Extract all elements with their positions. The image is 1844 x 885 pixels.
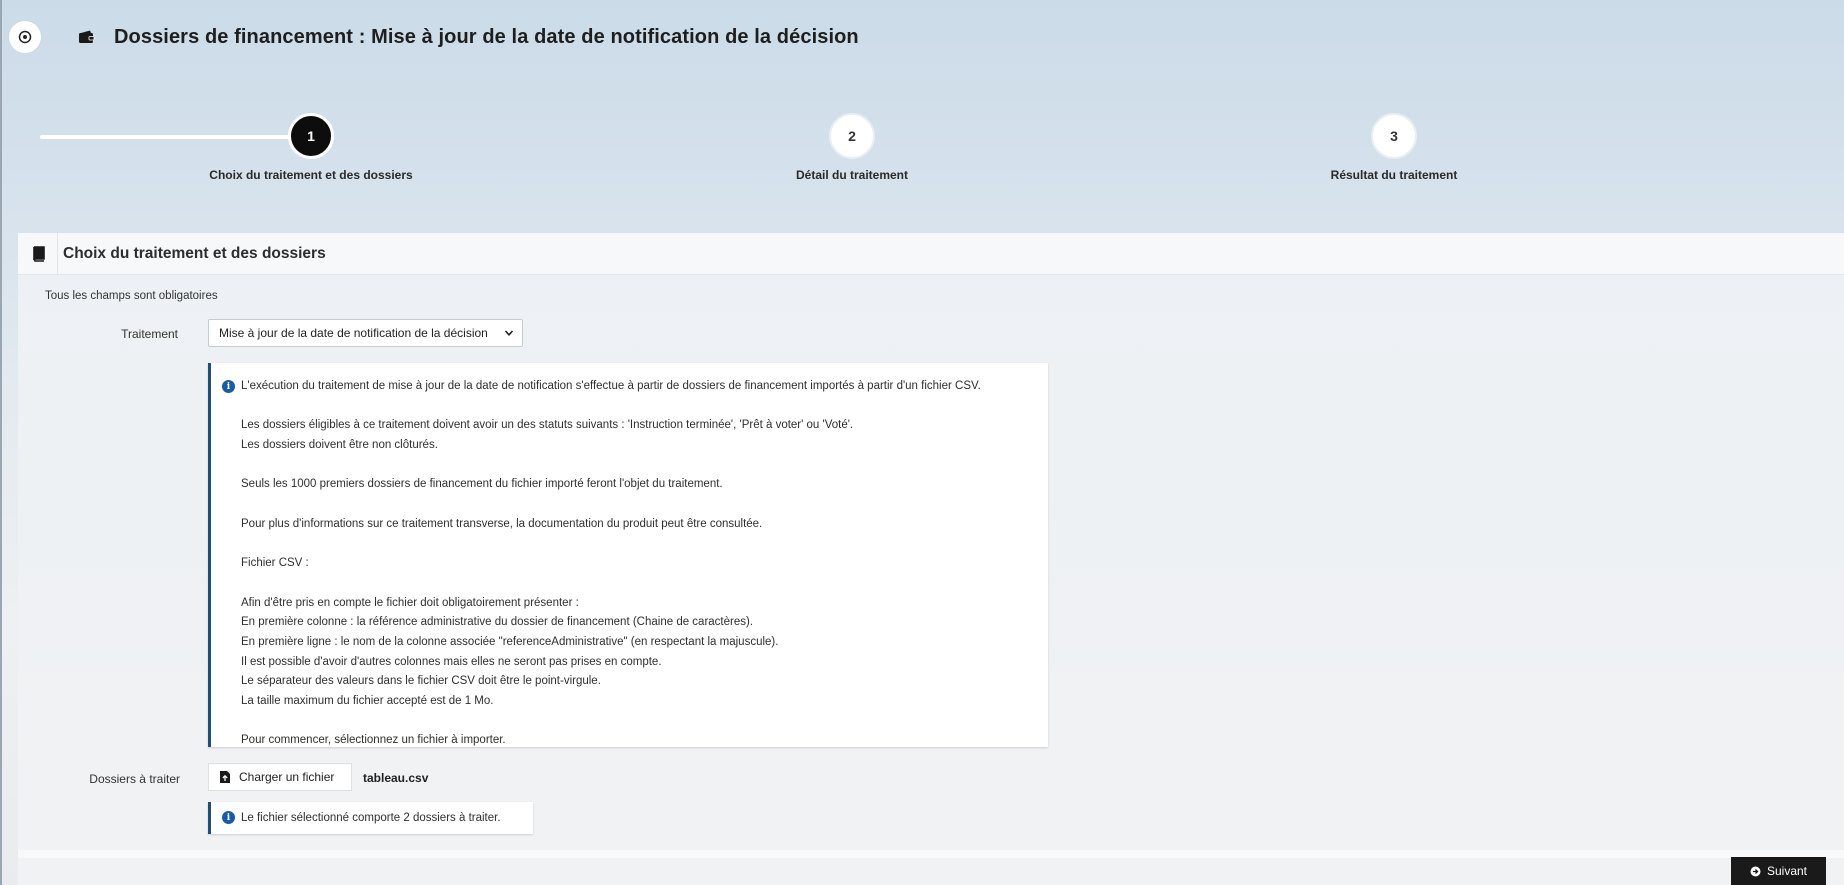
info-line: Seuls les 1000 premiers dossiers de fina… bbox=[241, 478, 723, 491]
step-1-label: Choix du traitement et des dossiers bbox=[209, 168, 413, 182]
upload-file-button[interactable]: Charger un fichier bbox=[208, 763, 352, 791]
stepper: 1 Choix du traitement et des dossiers 2 … bbox=[0, 110, 1844, 190]
collapse-menu-button[interactable] bbox=[8, 20, 42, 54]
step-1[interactable]: 1 Choix du traitement et des dossiers bbox=[131, 113, 491, 182]
chevron-down-icon bbox=[504, 330, 514, 336]
info-line: Les dossiers éligibles à ce traitement d… bbox=[241, 419, 854, 432]
info-text: L'exécution du traitement de mise à jour… bbox=[241, 377, 1034, 751]
panel-divider bbox=[18, 850, 1844, 858]
required-fields-note: Tous les champs sont obligatoires bbox=[45, 290, 218, 302]
step-3-circle: 3 bbox=[1371, 113, 1417, 159]
file-upload-icon bbox=[220, 771, 230, 783]
book-icon bbox=[18, 232, 58, 275]
treatment-label: Traitement bbox=[121, 327, 178, 341]
panel-title: Choix du traitement et des dossiers bbox=[63, 244, 326, 262]
step-2[interactable]: 2 Détail du traitement bbox=[672, 113, 1032, 182]
info-line: En première colonne : la référence admin… bbox=[241, 616, 754, 629]
info-line: Fichier CSV : bbox=[241, 557, 309, 570]
panel-header: Choix du traitement et des dossiers bbox=[18, 232, 1844, 275]
step-2-label: Détail du traitement bbox=[795, 168, 909, 182]
page-title: Dossiers de financement : Mise à jour de… bbox=[114, 25, 859, 48]
step-2-circle: 2 bbox=[829, 113, 875, 159]
treatment-select[interactable]: Mise à jour de la date de notification d… bbox=[208, 319, 523, 347]
info-line: Le séparateur des valeurs dans le fichie… bbox=[241, 675, 601, 688]
info-line: Les dossiers doivent être non clôturés. bbox=[241, 439, 438, 452]
selected-file-name: tableau.csv bbox=[363, 771, 429, 785]
wallet-icon bbox=[78, 29, 96, 45]
info-line: Pour plus d'informations sur ce traiteme… bbox=[241, 517, 763, 530]
info-line: La taille maximum du fichier accepté est… bbox=[241, 695, 494, 707]
file-result-message: Le fichier sélectionné comporte 2 dossie… bbox=[241, 812, 501, 824]
arrow-circle-right-icon bbox=[1750, 866, 1761, 876]
files-label: Dossiers à traiter bbox=[89, 772, 180, 786]
info-line bbox=[241, 535, 1034, 555]
info-icon: i bbox=[222, 380, 235, 393]
info-line bbox=[241, 397, 1034, 417]
info-line: Pour commencer, sélectionnez un fichier … bbox=[241, 734, 506, 747]
info-line: En première ligne : le nom de la colonne… bbox=[241, 635, 779, 648]
treatment-panel: Choix du traitement et des dossiers Tous… bbox=[18, 232, 1844, 885]
collapse-circle-icon bbox=[18, 30, 32, 44]
next-button-label: Suivant bbox=[1766, 864, 1808, 878]
info-line: Afin d'être pris en compte le fichier do… bbox=[241, 596, 579, 609]
info-line bbox=[241, 456, 1034, 476]
step-3-label: Résultat du traitement bbox=[1330, 168, 1458, 182]
file-result-info: i Le fichier sélectionné comporte 2 doss… bbox=[208, 802, 533, 834]
info-box: i L'exécution du traitement de mise à jo… bbox=[208, 363, 1048, 747]
info-line: L'exécution du traitement de mise à jour… bbox=[241, 380, 981, 392]
step-1-circle: 1 bbox=[288, 113, 334, 159]
page-header: Dossiers de financement : Mise à jour de… bbox=[78, 22, 859, 52]
next-button[interactable]: Suivant bbox=[1731, 857, 1826, 885]
info-line bbox=[241, 574, 1034, 594]
treatment-select-value: Mise à jour de la date de notification d… bbox=[219, 326, 488, 340]
info-line: Il est possible d'avoir d'autres colonne… bbox=[241, 655, 662, 668]
upload-file-label: Charger un fichier bbox=[239, 770, 335, 784]
info-icon: i bbox=[222, 811, 235, 824]
info-line bbox=[241, 495, 1034, 515]
step-3[interactable]: 3 Résultat du traitement bbox=[1214, 113, 1574, 182]
info-line bbox=[241, 712, 1034, 732]
